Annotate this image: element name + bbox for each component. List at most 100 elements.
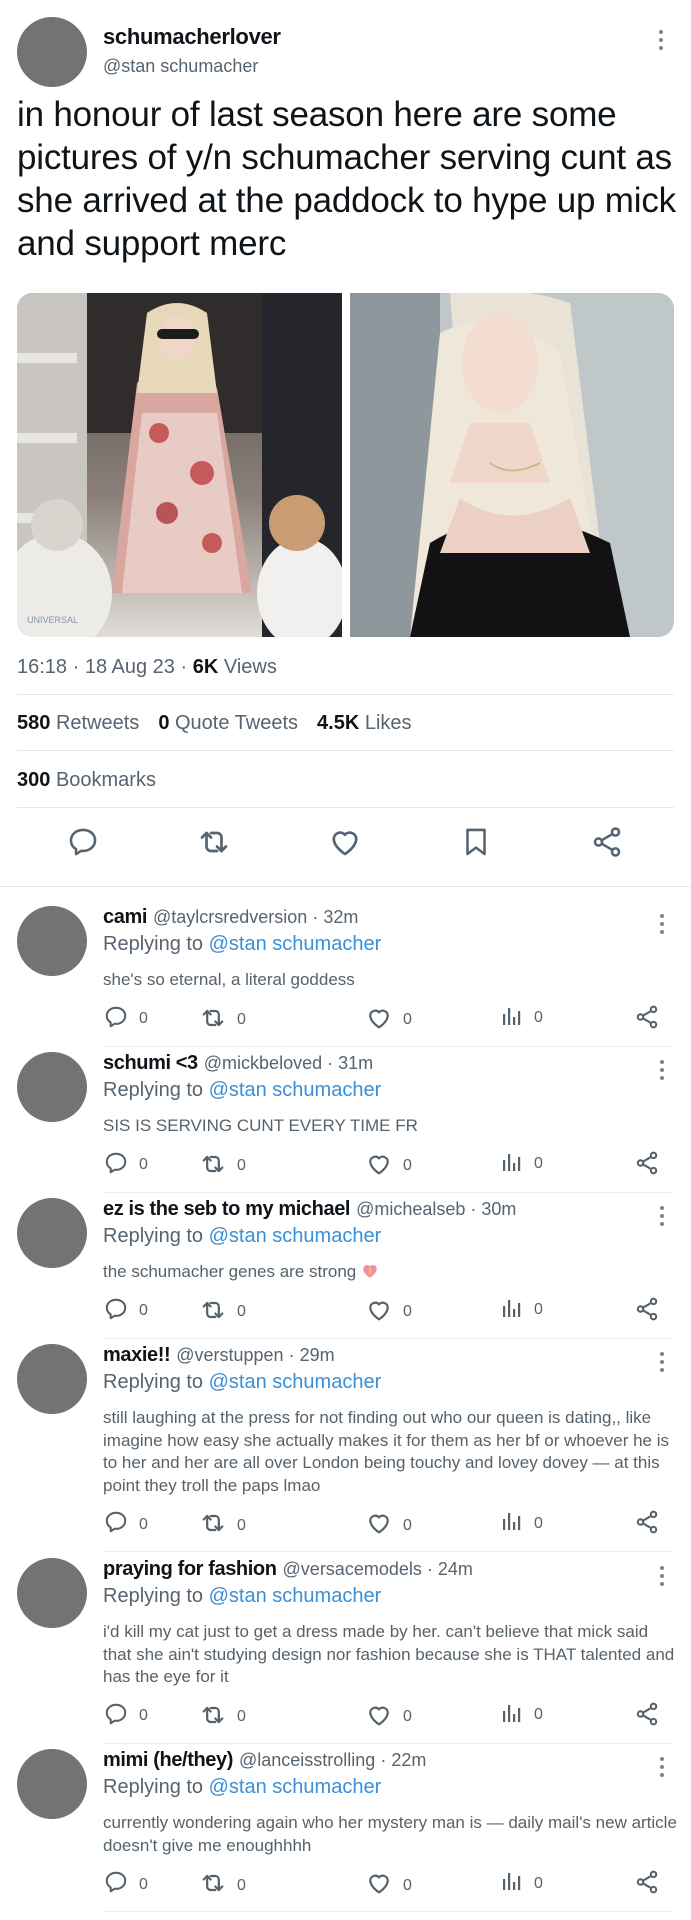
- more-icon[interactable]: [659, 1352, 665, 1372]
- reply-button[interactable]: 0: [103, 1869, 148, 1900]
- like-button[interactable]: 0: [365, 1701, 412, 1734]
- tweet-photo-2[interactable]: [349, 293, 674, 637]
- mention-link[interactable]: @stan schumacher: [209, 933, 382, 955]
- reply-author-handle[interactable]: @verstuppen · 29m: [176, 1345, 334, 1365]
- divider: [17, 694, 674, 695]
- reply-author-handle[interactable]: @versacemodels · 24m: [283, 1559, 473, 1579]
- retweet-button[interactable]: 0: [199, 1701, 246, 1734]
- reply-author-handle[interactable]: @taylcrsredversion · 32m: [153, 907, 358, 927]
- share-button[interactable]: [634, 1296, 660, 1327]
- mention-link[interactable]: @stan schumacher: [209, 1776, 382, 1798]
- mention-link[interactable]: @stan schumacher: [209, 1079, 382, 1101]
- reply-time: 22m: [391, 1750, 427, 1770]
- reply-count: 0: [139, 1515, 148, 1533]
- tweet-time[interactable]: 16:18: [17, 656, 67, 678]
- avatar[interactable]: [17, 17, 87, 87]
- bookmark-icon[interactable]: [454, 820, 498, 864]
- engagement-stats: 580 Retweets 0 Quote Tweets 4.5K Likes: [17, 712, 412, 735]
- share-button[interactable]: [634, 1869, 660, 1900]
- views-button[interactable]: 0: [500, 1004, 543, 1033]
- retweet-button[interactable]: 0: [199, 1296, 246, 1329]
- more-icon[interactable]: [659, 1757, 665, 1777]
- retweet-button[interactable]: 0: [199, 1509, 246, 1542]
- reply-button[interactable]: 0: [103, 1004, 148, 1035]
- views-button[interactable]: 0: [500, 1701, 543, 1730]
- replying-to: Replying to @stan schumacher: [103, 933, 381, 956]
- share-icon: [634, 1296, 660, 1327]
- author-handle[interactable]: @stan schumacher: [103, 56, 258, 77]
- avatar[interactable]: [17, 1052, 87, 1122]
- like-button[interactable]: 0: [365, 1509, 412, 1542]
- mention-link[interactable]: @stan schumacher: [209, 1585, 382, 1607]
- reply-button[interactable]: 0: [103, 1296, 148, 1327]
- avatar[interactable]: [17, 906, 87, 976]
- views-button[interactable]: 0: [500, 1509, 543, 1538]
- reply-action-bar: 0 0 0 0: [103, 1150, 668, 1178]
- tweet-photo-1[interactable]: UNIVERSAL: [17, 293, 342, 637]
- like-icon[interactable]: [323, 820, 367, 864]
- quotes-count: 0: [158, 712, 170, 734]
- reply-icon: [103, 1150, 129, 1181]
- share-button[interactable]: [634, 1150, 660, 1181]
- avatar[interactable]: [17, 1558, 87, 1628]
- like-icon: [365, 1509, 393, 1542]
- share-button[interactable]: [634, 1701, 660, 1732]
- reply-author-handle[interactable]: @michealseb · 30m: [356, 1199, 516, 1219]
- more-icon[interactable]: [658, 30, 664, 50]
- bookmarks-stat[interactable]: 300 Bookmarks: [17, 769, 156, 792]
- views-button[interactable]: 0: [500, 1869, 543, 1898]
- retweet-count: 0: [237, 1708, 246, 1725]
- avatar[interactable]: [17, 1198, 87, 1268]
- like-count: 0: [403, 1011, 412, 1028]
- more-icon[interactable]: [659, 1566, 665, 1586]
- share-icon: [634, 1004, 660, 1035]
- mention-link[interactable]: @stan schumacher: [209, 1371, 382, 1393]
- share-icon[interactable]: [585, 820, 629, 864]
- bookmarks-label: Bookmarks: [55, 769, 156, 791]
- views-button[interactable]: 0: [500, 1296, 543, 1325]
- reply-button[interactable]: 0: [103, 1509, 148, 1540]
- quotes-stat[interactable]: 0 Quote Tweets: [158, 712, 298, 735]
- reply-author-name[interactable]: cami: [103, 906, 147, 928]
- reply-author-name[interactable]: schumi <3: [103, 1052, 198, 1074]
- reply-author-handle[interactable]: @mickbeloved · 31m: [204, 1053, 373, 1073]
- reply-author-handle[interactable]: @lanceisstrolling · 22m: [239, 1750, 426, 1770]
- retweet-button[interactable]: 0: [199, 1150, 246, 1183]
- reply-button[interactable]: 0: [103, 1150, 148, 1181]
- reply-button[interactable]: 0: [103, 1701, 148, 1732]
- author-display-name[interactable]: schumacherlover: [103, 24, 281, 50]
- retweet-button[interactable]: 0: [199, 1004, 246, 1037]
- heart-emoji-icon: [356, 1262, 379, 1281]
- retweets-stat[interactable]: 580 Retweets: [17, 712, 139, 735]
- reply-author-name[interactable]: ez is the seb to my michael: [103, 1198, 350, 1220]
- reply-author-name[interactable]: maxie!!: [103, 1344, 171, 1366]
- reply-author-name[interactable]: praying for fashion: [103, 1558, 277, 1580]
- like-button[interactable]: 0: [365, 1004, 412, 1037]
- replying-to: Replying to @stan schumacher: [103, 1225, 381, 1248]
- share-button[interactable]: [634, 1509, 660, 1540]
- more-icon[interactable]: [659, 1206, 665, 1226]
- like-button[interactable]: 0: [365, 1150, 412, 1183]
- avatar[interactable]: [17, 1344, 87, 1414]
- reply-icon: [103, 1004, 129, 1035]
- divider: [103, 1337, 673, 1339]
- likes-stat[interactable]: 4.5K Likes: [317, 712, 412, 735]
- replying-to: Replying to @stan schumacher: [103, 1585, 381, 1608]
- avatar[interactable]: [17, 1749, 87, 1819]
- more-icon[interactable]: [659, 1060, 665, 1080]
- retweet-button[interactable]: 0: [199, 1869, 246, 1902]
- mention-link[interactable]: @stan schumacher: [209, 1225, 382, 1247]
- reply-author-name[interactable]: mimi (he/they): [103, 1749, 233, 1771]
- views-button[interactable]: 0: [500, 1150, 543, 1179]
- like-button[interactable]: 0: [365, 1296, 412, 1329]
- reply-icon[interactable]: [61, 820, 105, 864]
- reply-time: 31m: [338, 1053, 374, 1073]
- tweet-date[interactable]: 18 Aug 23: [85, 656, 175, 678]
- divider: [0, 886, 691, 887]
- like-button[interactable]: 0: [365, 1869, 412, 1902]
- views-icon: [500, 1150, 524, 1179]
- share-button[interactable]: [634, 1004, 660, 1035]
- share-icon: [634, 1701, 660, 1732]
- retweet-icon[interactable]: [192, 820, 236, 864]
- more-icon[interactable]: [659, 914, 665, 934]
